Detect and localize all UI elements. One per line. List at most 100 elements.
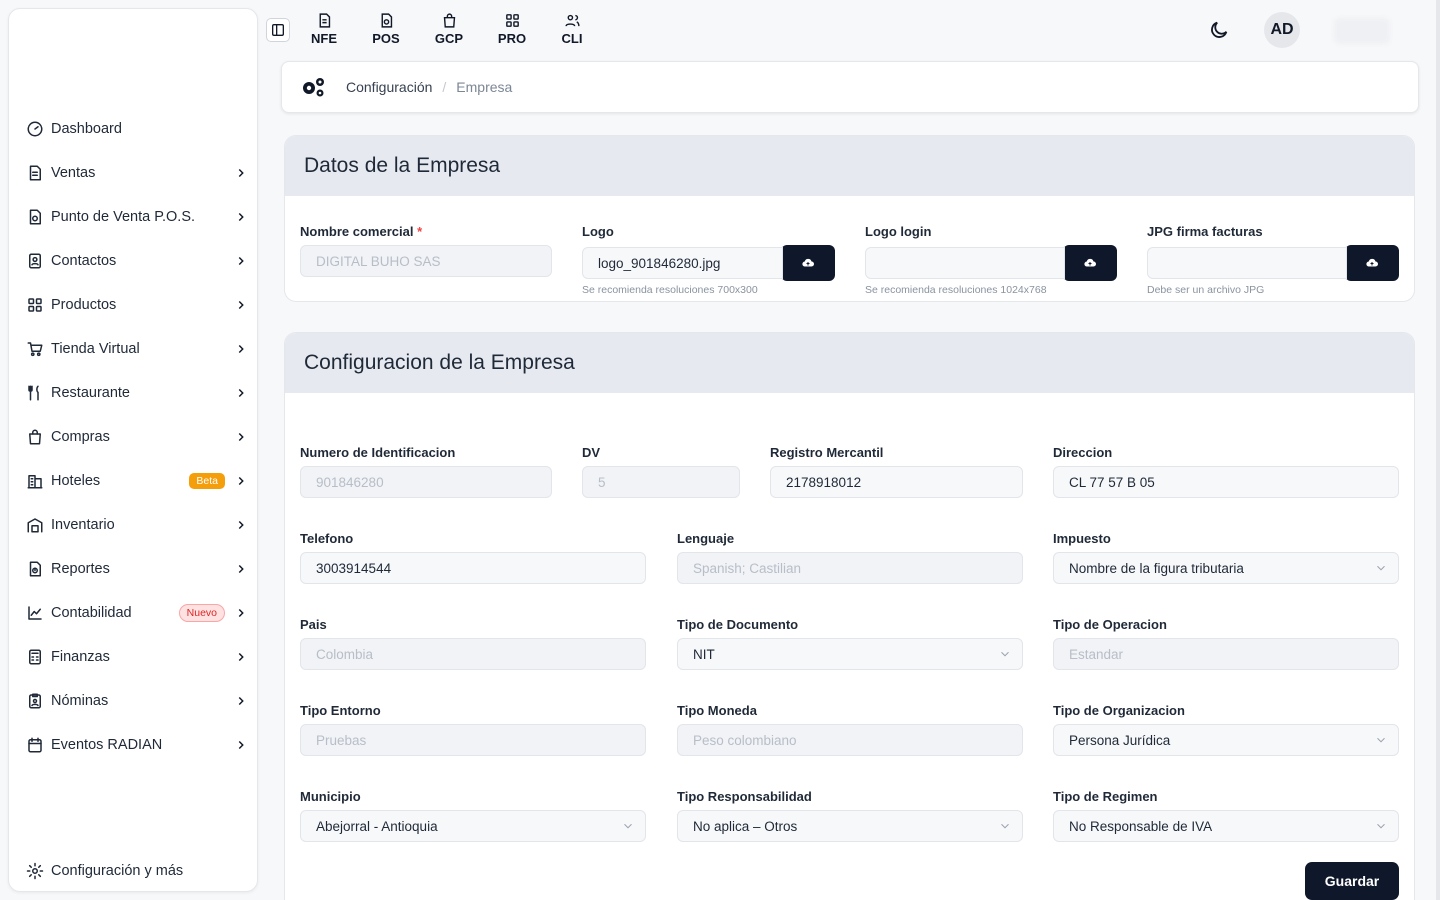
chevron-right-icon bbox=[233, 517, 249, 533]
sidebar-item-compras[interactable]: Compras bbox=[25, 421, 249, 453]
sidebar-item-label: Contabilidad bbox=[51, 605, 132, 621]
nombre-comercial-input[interactable]: DIGITAL BUHO SAS bbox=[300, 245, 552, 277]
field-label: Registro Mercantil bbox=[770, 445, 884, 460]
firma-field: JPG firma facturas Debe ser un archivo J… bbox=[1147, 224, 1399, 296]
tipo-responsabilidad-field: Tipo Responsabilidad No aplica – Otros bbox=[677, 789, 1023, 842]
sidebar-item-contabilidad[interactable]: Contabilidad Nuevo bbox=[25, 597, 249, 629]
field-label: Municipio bbox=[300, 789, 361, 804]
module-label: NFE bbox=[311, 31, 337, 46]
nit-input[interactable]: 901846280 bbox=[300, 466, 552, 498]
telefono-input[interactable]: 3003914544 bbox=[300, 552, 646, 584]
registro-mercantil-field: Registro Mercantil 2178918012 bbox=[770, 445, 1023, 498]
municipio-field: Municipio Abejorral - Antioquia bbox=[300, 789, 646, 842]
module-gcp-button[interactable]: GCP bbox=[427, 12, 471, 46]
breadcrumb-configuracion[interactable]: Configuración bbox=[346, 79, 432, 95]
sidebar-item-contactos[interactable]: Contactos bbox=[25, 245, 249, 277]
chevron-right-icon bbox=[233, 209, 249, 225]
logo-login-file-input[interactable] bbox=[865, 247, 1065, 279]
dv-input[interactable]: 5 bbox=[582, 466, 740, 498]
cloud-upload-icon bbox=[1084, 258, 1096, 267]
field-label: Direccion bbox=[1053, 445, 1113, 460]
field-label: Numero de Identificacion bbox=[300, 445, 456, 460]
tipo-regimen-field: Tipo de Regimen No Responsable de IVA bbox=[1053, 789, 1399, 842]
logo-file-input[interactable]: logo_901846280.jpg bbox=[582, 247, 783, 279]
warehouse-icon bbox=[25, 515, 45, 535]
upload-firma-button[interactable] bbox=[1345, 245, 1399, 281]
users-icon bbox=[564, 14, 580, 27]
registro-mercantil-input[interactable]: 2178918012 bbox=[770, 466, 1023, 498]
upload-logo-button[interactable] bbox=[781, 245, 835, 281]
upload-logo-login-button[interactable] bbox=[1063, 245, 1117, 281]
sidebar-item-label: Ventas bbox=[51, 165, 96, 181]
chevron-down-icon bbox=[1374, 733, 1388, 747]
save-button[interactable]: Guardar bbox=[1305, 862, 1399, 900]
sidebar-item-productos[interactable]: Productos bbox=[25, 289, 249, 321]
sidebar-toggle-button[interactable] bbox=[266, 18, 290, 42]
chevron-right-icon bbox=[233, 737, 249, 753]
pais-input[interactable]: Colombia bbox=[300, 638, 646, 670]
field-label: Logo bbox=[582, 224, 614, 239]
module-nfe-button[interactable]: NFE bbox=[302, 12, 346, 46]
sidebar-settings-label: Configuración y más bbox=[51, 863, 184, 879]
module-pos-button[interactable]: POS bbox=[364, 12, 408, 46]
dashboard-gauge-icon bbox=[25, 119, 45, 139]
firma-file-input[interactable] bbox=[1147, 247, 1347, 279]
module-label: PRO bbox=[497, 31, 527, 46]
sidebar-item-nominas[interactable]: Nóminas bbox=[25, 685, 249, 717]
lenguaje-input[interactable]: Spanish; Castilian bbox=[677, 552, 1023, 584]
contacts-icon bbox=[25, 251, 45, 271]
tipo-entorno-input[interactable]: Pruebas bbox=[300, 724, 646, 756]
sidebar-settings-link[interactable]: Configuración y más bbox=[25, 855, 249, 887]
tipo-documento-select[interactable]: NIT bbox=[677, 638, 1023, 670]
module-pro-button[interactable]: PRO bbox=[490, 12, 534, 46]
chevron-right-icon bbox=[233, 253, 249, 269]
field-label: Tipo de Documento bbox=[677, 617, 799, 632]
tipo-moneda-field: Tipo Moneda Peso colombiano bbox=[677, 703, 1023, 756]
sidebar-item-hoteles[interactable]: Hoteles Beta bbox=[25, 465, 249, 497]
scrollbar[interactable] bbox=[1436, 0, 1440, 900]
avatar[interactable]: AD bbox=[1264, 12, 1300, 48]
calendar-icon bbox=[25, 735, 45, 755]
municipio-select[interactable]: Abejorral - Antioquia bbox=[300, 810, 646, 842]
impuesto-field: Impuesto Nombre de la figura tributaria bbox=[1053, 531, 1399, 584]
sidebar-item-label: Reportes bbox=[51, 561, 110, 577]
tipo-responsabilidad-select[interactable]: No aplica – Otros bbox=[677, 810, 1023, 842]
breadcrumb-separator: / bbox=[442, 79, 447, 95]
tipo-regimen-select[interactable]: No Responsable de IVA bbox=[1053, 810, 1399, 842]
sidebar-item-reportes[interactable]: Reportes bbox=[25, 553, 249, 585]
tipo-operacion-input[interactable]: Estandar bbox=[1053, 638, 1399, 670]
field-label: Tipo de Regimen bbox=[1053, 789, 1158, 804]
module-label: CLI bbox=[561, 31, 583, 46]
impuesto-select[interactable]: Nombre de la figura tributaria bbox=[1053, 552, 1399, 584]
sidebar-item-finanzas[interactable]: Finanzas bbox=[25, 641, 249, 673]
chevron-right-icon bbox=[233, 297, 249, 313]
tipo-organizacion-select[interactable]: Persona Jurídica bbox=[1053, 724, 1399, 756]
field-label: Tipo Responsabilidad bbox=[677, 789, 812, 804]
payroll-icon bbox=[25, 691, 45, 711]
lenguaje-field: Lenguaje Spanish; Castilian bbox=[677, 531, 1023, 584]
sidebar-item-pos[interactable]: Punto de Venta P.O.S. bbox=[25, 201, 249, 233]
field-label: Lenguaje bbox=[677, 531, 735, 546]
company-config-card: Configuracion de la Empresa Numero de Id… bbox=[284, 332, 1415, 900]
beta-badge: Beta bbox=[189, 473, 225, 489]
module-cli-button[interactable]: CLI bbox=[550, 12, 594, 46]
pais-field: Pais Colombia bbox=[300, 617, 646, 670]
chevron-down-icon bbox=[998, 647, 1012, 661]
direccion-input[interactable]: CL 77 57 B 05 bbox=[1053, 466, 1399, 498]
company-data-card: Datos de la Empresa Nombre comercial * D… bbox=[284, 135, 1415, 302]
tipo-moneda-input[interactable]: Peso colombiano bbox=[677, 724, 1023, 756]
dark-mode-toggle[interactable] bbox=[1208, 19, 1230, 41]
gear-icon bbox=[25, 861, 45, 881]
sidebar-item-dashboard[interactable]: Dashboard bbox=[25, 113, 249, 145]
sidebar-item-ventas[interactable]: Ventas bbox=[25, 157, 249, 189]
moon-icon bbox=[1211, 21, 1228, 38]
dv-field: DV 5 bbox=[582, 445, 740, 498]
field-label: JPG firma facturas bbox=[1147, 224, 1263, 239]
sidebar-item-restaurante[interactable]: Restaurante bbox=[25, 377, 249, 409]
invoice-icon bbox=[319, 13, 330, 28]
cart-icon bbox=[25, 339, 45, 359]
chevron-right-icon bbox=[233, 605, 249, 621]
sidebar-item-inventario[interactable]: Inventario bbox=[25, 509, 249, 541]
sidebar-item-eventos-radian[interactable]: Eventos RADIAN bbox=[25, 729, 249, 761]
sidebar-item-tienda-virtual[interactable]: Tienda Virtual bbox=[25, 333, 249, 365]
